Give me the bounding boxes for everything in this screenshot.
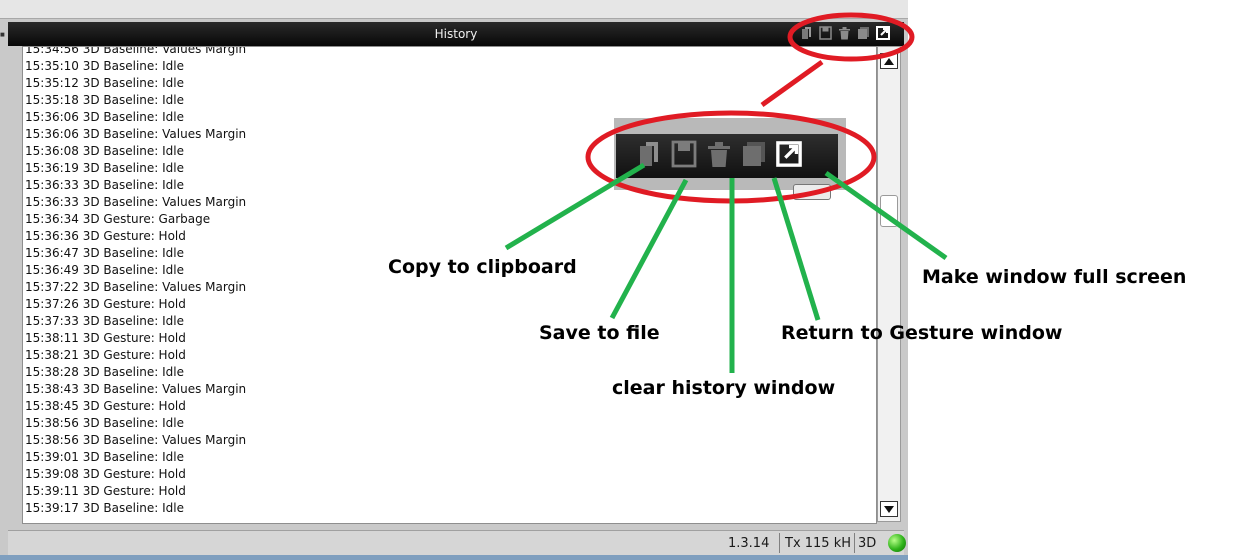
arrow-fullscreen <box>824 170 948 261</box>
highlight-connector <box>760 59 824 108</box>
callout-clear-history: clear history window <box>612 377 836 399</box>
arrow-copy <box>504 162 646 251</box>
highlight-ellipse-small <box>787 12 915 62</box>
callout-return-to-gesture: Return to Gesture window <box>781 322 1063 344</box>
arrow-return <box>771 177 821 321</box>
arrow-save <box>609 178 689 320</box>
callout-save-to-file: Save to file <box>539 322 660 344</box>
callout-copy-to-clipboard: Copy to clipboard <box>388 256 577 278</box>
callout-make-fullscreen: Make window full screen <box>922 266 1187 288</box>
